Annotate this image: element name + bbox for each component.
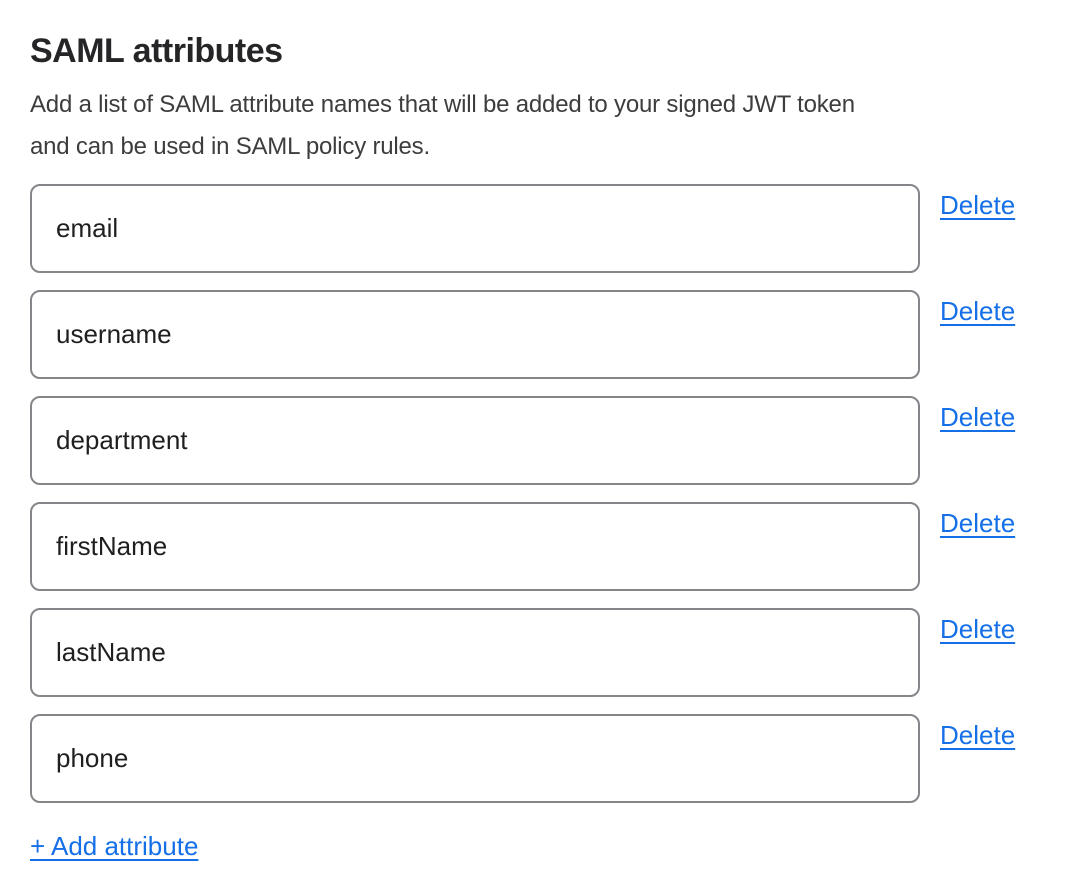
- delete-attribute-link[interactable]: Delete: [940, 402, 1015, 433]
- attribute-row: Delete: [30, 714, 1046, 803]
- add-attribute-link[interactable]: + Add attribute: [30, 831, 198, 862]
- attribute-name-input[interactable]: [30, 502, 920, 591]
- attribute-list: Delete Delete Delete Delete Delete Delet…: [30, 184, 1046, 803]
- attribute-row: Delete: [30, 608, 1046, 697]
- delete-attribute-link[interactable]: Delete: [940, 190, 1015, 221]
- section-title: SAML attributes: [30, 31, 1046, 72]
- saml-attributes-section: SAML attributes Add a list of SAML attri…: [0, 0, 1066, 882]
- attribute-name-input[interactable]: [30, 184, 920, 273]
- attribute-name-input[interactable]: [30, 290, 920, 379]
- attribute-name-input[interactable]: [30, 608, 920, 697]
- attribute-row: Delete: [30, 396, 1046, 485]
- delete-attribute-link[interactable]: Delete: [940, 614, 1015, 645]
- attribute-row: Delete: [30, 502, 1046, 591]
- attribute-row: Delete: [30, 290, 1046, 379]
- attribute-row: Delete: [30, 184, 1046, 273]
- delete-attribute-link[interactable]: Delete: [940, 720, 1015, 751]
- delete-attribute-link[interactable]: Delete: [940, 508, 1015, 539]
- attribute-name-input[interactable]: [30, 396, 920, 485]
- section-description: Add a list of SAML attribute names that …: [30, 84, 1046, 168]
- attribute-name-input[interactable]: [30, 714, 920, 803]
- delete-attribute-link[interactable]: Delete: [940, 296, 1015, 327]
